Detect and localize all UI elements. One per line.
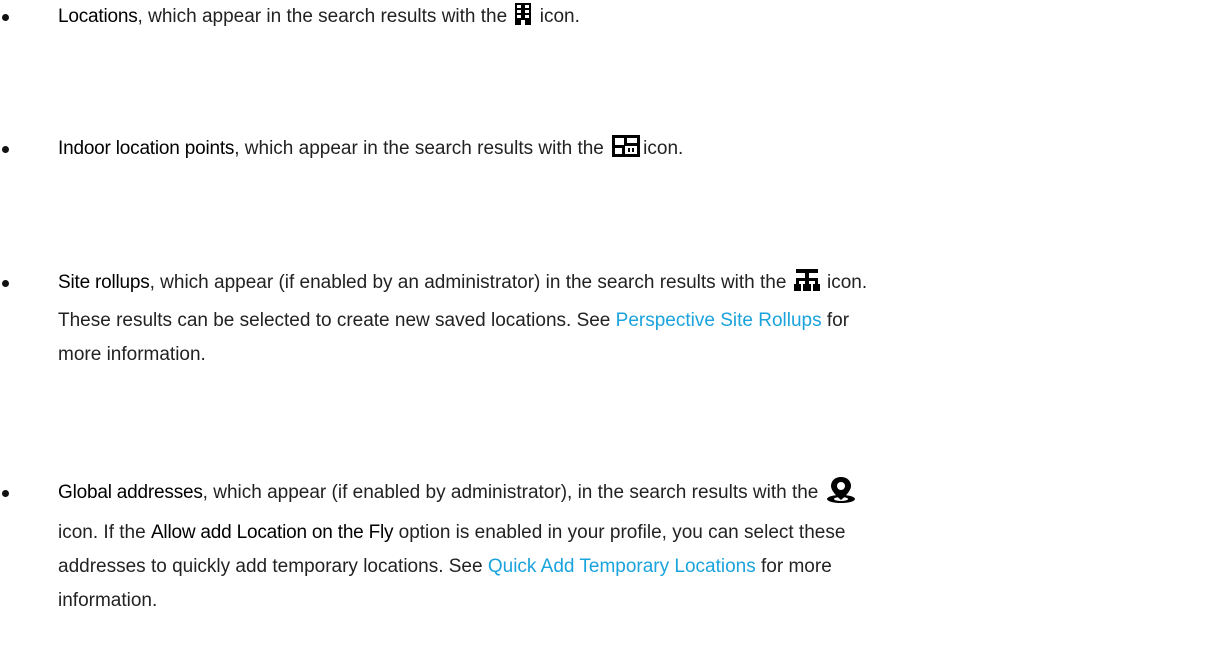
item-text-end: icon. (643, 138, 684, 159)
floor-plan-icon (611, 134, 641, 170)
option-allow-add-location: Allow add Location on the Fly (150, 522, 394, 543)
item-text: , which appear in the search results wit… (137, 6, 508, 27)
bullet (2, 490, 9, 497)
list-item-locations: Locations, which appear in the search re… (2, 0, 1203, 38)
quick-add-temporary-locations-link[interactable]: Quick Add Temporary Locations (488, 556, 756, 577)
bullet (2, 146, 9, 153)
bullet (2, 14, 9, 21)
item-text-line3: more information. (58, 344, 206, 365)
item-text: , which appear in the search results wit… (234, 138, 604, 159)
list-item-global-addresses: Global addresses, which appear (if enabl… (2, 476, 1203, 618)
item-text-end: icon. (534, 6, 580, 27)
list-item-indoor-location-points: Indoor location points, which appear in … (2, 132, 1203, 170)
item-text-after-link: for more (755, 556, 832, 577)
item-text-after-link: for (821, 310, 850, 331)
map-pin-icon (826, 476, 856, 516)
item-text-line2: These results can be selected to create … (58, 310, 616, 331)
item-text-line3: addresses to quickly add temporary locat… (58, 556, 488, 577)
term-indoor-location-points: Indoor location points (58, 138, 235, 159)
building-icon (514, 2, 532, 38)
term-site-rollups: Site rollups (58, 272, 150, 293)
perspective-site-rollups-link[interactable]: Perspective Site Rollups (616, 310, 822, 331)
item-text-end: icon. (821, 272, 868, 293)
item-text: , which appear (if enabled by an adminis… (149, 272, 787, 293)
list-item-site-rollups: Site rollups, which appear (if enabled b… (2, 266, 1203, 372)
item-text-line4: information. (58, 590, 158, 611)
item-text-line2b: option is enabled in your profile, you c… (393, 522, 846, 543)
bullet (2, 280, 9, 287)
term-locations: Locations (58, 6, 138, 27)
hierarchy-icon (793, 268, 820, 304)
item-text-line2a: icon. If the (58, 522, 151, 543)
item-text: , which appear (if enabled by administra… (202, 482, 819, 503)
term-global-addresses: Global addresses (58, 482, 203, 503)
